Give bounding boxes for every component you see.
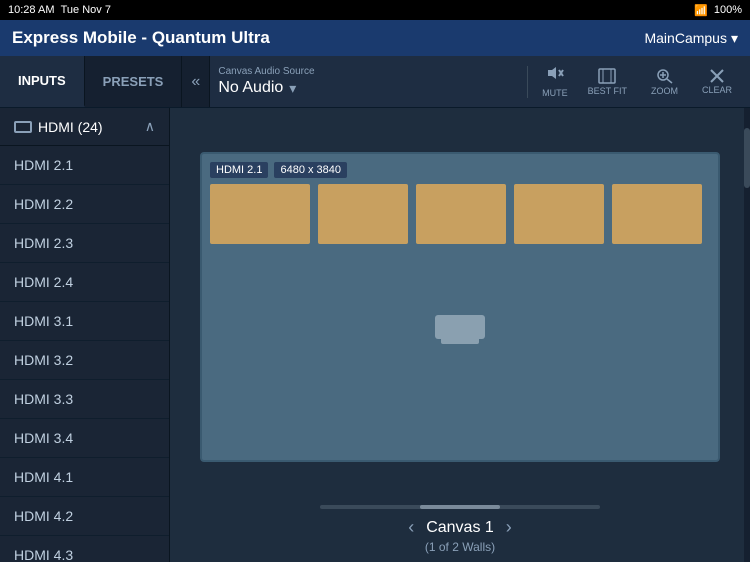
list-item[interactable]: HDMI 2.3 [0, 224, 169, 263]
presets-tab[interactable]: PRESETS [85, 56, 183, 107]
inputs-tab[interactable]: INPUTS [0, 56, 85, 107]
list-item[interactable]: HDMI 3.4 [0, 419, 169, 458]
clear-label: CLEAR [702, 85, 732, 95]
list-item[interactable]: HDMI 2.1 [0, 146, 169, 185]
clear-button[interactable]: CLEAR [692, 65, 742, 99]
thumbnail-5 [612, 184, 702, 244]
list-item[interactable]: HDMI 3.1 [0, 302, 169, 341]
thumbnail-4 [514, 184, 604, 244]
hdmi-connector-icon [435, 315, 485, 339]
thumbnail-2 [318, 184, 408, 244]
status-time: 10:28 AM Tue Nov 7 [8, 4, 111, 16]
sidebar: HDMI (24) ∧ HDMI 2.1 HDMI 2.2 HDMI 2.3 H… [0, 108, 170, 562]
audio-divider [527, 66, 528, 98]
canvas-subtitle: (1 of 2 Walls) [425, 540, 495, 554]
canvas-input-badge: HDMI 2.1 [210, 162, 268, 178]
clear-icon [710, 69, 724, 83]
canvas-area: HDMI 2.1 6480 x 3840 [170, 108, 750, 562]
audio-chevron-icon: ▾ [289, 80, 296, 97]
campus-selector[interactable]: MainCampus ▾ [644, 30, 738, 47]
list-item[interactable]: HDMI 2.4 [0, 263, 169, 302]
audio-source-value: No Audio [218, 79, 283, 97]
hdmi-symbol-icon [14, 121, 32, 133]
wifi-icon: 📶 [694, 4, 708, 17]
mute-icon [546, 65, 564, 86]
canvas-viewport: HDMI 2.1 6480 x 3840 [170, 108, 750, 505]
canvas-label-bar: HDMI 2.1 6480 x 3840 [210, 162, 347, 178]
list-item[interactable]: HDMI 3.2 [0, 341, 169, 380]
audio-source-label: Canvas Audio Source [218, 66, 515, 77]
canvas-thumbnails [210, 184, 702, 244]
right-scrollbar[interactable] [744, 108, 750, 562]
audio-source-select[interactable]: No Audio ▾ [218, 79, 515, 97]
status-bar: 10:28 AM Tue Nov 7 📶 100% [0, 0, 750, 20]
audio-source-section: Canvas Audio Source No Audio ▾ [210, 56, 523, 107]
battery-indicator: 100% [714, 4, 742, 16]
zoom-icon [655, 68, 673, 84]
hdmi-group-header[interactable]: HDMI (24) ∧ [0, 108, 169, 146]
canvas-bottom-nav: ‹ Canvas 1 › (1 of 2 Walls) [170, 505, 750, 562]
scrollbar-thumb [744, 128, 750, 188]
collapse-button[interactable]: « [182, 56, 210, 107]
best-fit-label: BEST FIT [588, 86, 627, 96]
group-collapse-icon: ∧ [145, 118, 155, 135]
canvas-center-icon [435, 315, 485, 339]
canvas-title: Canvas 1 [426, 519, 494, 537]
best-fit-icon [598, 68, 616, 84]
thumbnail-3 [416, 184, 506, 244]
list-item[interactable]: HDMI 4.1 [0, 458, 169, 497]
toolbar: INPUTS PRESETS « Canvas Audio Source No … [0, 56, 750, 108]
list-item[interactable]: HDMI 3.3 [0, 380, 169, 419]
mute-label: MUTE [542, 88, 568, 98]
canvas-prev-button[interactable]: ‹ [408, 517, 414, 538]
canvas-navigation: ‹ Canvas 1 › [408, 517, 512, 538]
mute-button[interactable]: MUTE [532, 61, 578, 102]
zoom-button[interactable]: ZOOM [641, 64, 688, 100]
toolbar-right-actions: BEST FIT ZOOM CLEAR [578, 64, 750, 100]
title-bar: Express Mobile - Quantum Ultra MainCampu… [0, 20, 750, 56]
hdmi-group-label: HDMI (24) [14, 119, 103, 135]
main-layout: HDMI (24) ∧ HDMI 2.1 HDMI 2.2 HDMI 2.3 H… [0, 108, 750, 562]
best-fit-button[interactable]: BEST FIT [578, 64, 637, 100]
campus-label: MainCampus [644, 30, 726, 46]
list-item[interactable]: HDMI 4.3 [0, 536, 169, 562]
canvas-next-button[interactable]: › [506, 517, 512, 538]
app-title: Express Mobile - Quantum Ultra [12, 28, 270, 48]
list-item[interactable]: HDMI 4.2 [0, 497, 169, 536]
thumbnail-1 [210, 184, 310, 244]
list-item[interactable]: HDMI 2.2 [0, 185, 169, 224]
zoom-label: ZOOM [651, 86, 678, 96]
campus-chevron-icon: ▾ [731, 30, 738, 47]
canvas-resolution-badge: 6480 x 3840 [274, 162, 347, 178]
scroll-track [320, 505, 600, 509]
canvas-frame[interactable]: HDMI 2.1 6480 x 3840 [200, 152, 720, 462]
scroll-thumb [420, 505, 500, 509]
